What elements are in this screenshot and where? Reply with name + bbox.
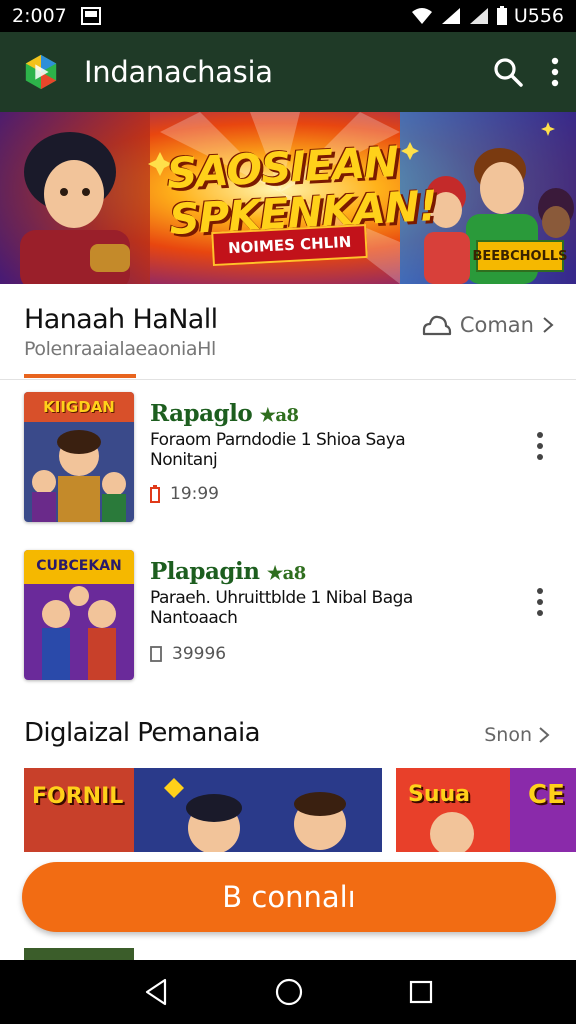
partial-list-item xyxy=(24,948,134,960)
item-meta-value: 39996 xyxy=(172,644,227,664)
card-label: CE xyxy=(528,780,565,810)
item-rating: ★a8 xyxy=(266,563,306,584)
chevron-right-icon xyxy=(543,317,554,333)
feature-card[interactable]: CE xyxy=(510,768,576,858)
section-more-link[interactable]: Coman xyxy=(420,312,554,338)
primary-cta-button[interactable]: B connalı xyxy=(22,862,556,932)
cta-container: B connalı xyxy=(0,852,576,960)
item-meta: 39996 xyxy=(150,644,226,664)
item-meta-value: 19:99 xyxy=(170,484,219,504)
item-title-text: Rapaglo xyxy=(150,400,253,427)
app-logo-icon[interactable] xyxy=(22,53,60,91)
system-nav-bar xyxy=(0,960,576,1024)
item-thumbnail: KIIGDAN xyxy=(24,392,134,522)
item-thumbnail-label: CUBCEKAN xyxy=(36,558,122,574)
search-icon[interactable] xyxy=(492,56,524,88)
hero-banner[interactable]: SAOSIEAN SPKENKAN! NOIMES CHLIN BEEBCHOL… xyxy=(0,112,576,284)
app-title: Indanachasia xyxy=(84,55,273,89)
item-more-icon[interactable] xyxy=(530,428,550,464)
document-icon xyxy=(150,646,162,662)
feature-card[interactable]: Suua xyxy=(396,768,510,858)
battery-text: U556 xyxy=(513,5,564,27)
hero-action-button[interactable]: BEEBCHOLLS xyxy=(473,240,568,272)
item-thumbnail-label: KIIGDAN xyxy=(43,398,115,416)
item-meta: 19:99 xyxy=(150,484,219,504)
chevron-right-icon xyxy=(539,727,550,743)
more-vert-icon[interactable] xyxy=(550,57,560,87)
card-label: Suua xyxy=(408,782,471,807)
battery-icon xyxy=(150,485,160,503)
item-title: Plapagin ★a8 xyxy=(150,558,306,585)
card-label: FORNIL xyxy=(32,784,124,809)
item-title-text: Plapagin xyxy=(150,558,260,585)
item-more-icon[interactable] xyxy=(530,584,550,620)
section-header: Hanaah HaNall PolenraaialaeaoniaНl Coman xyxy=(0,284,576,380)
section-subtitle: PolenraaialaeaoniaНl xyxy=(24,338,216,360)
list-item[interactable]: CUBCEKAN Plapagin ★a8 Paraeh. Uhruittbld… xyxy=(0,542,576,692)
home-icon[interactable] xyxy=(275,978,303,1006)
signal-icon-2 xyxy=(468,6,490,26)
item-title: Rapaglo ★a8 xyxy=(150,400,299,427)
wifi-icon xyxy=(410,6,434,26)
status-bar: 2:007 U556 xyxy=(0,0,576,32)
feature-card[interactable]: FORNIL xyxy=(24,768,382,858)
status-time: 2:007 xyxy=(12,5,67,27)
section2-more-label: Snon xyxy=(484,724,532,746)
section2-title: Diglaizal Pemanaia xyxy=(24,718,261,748)
app-bar: Indanachasia xyxy=(0,32,576,112)
section-title: Hanaah HaNall xyxy=(24,304,218,335)
section2-more-link[interactable]: Snon xyxy=(484,724,550,746)
cloud-icon xyxy=(422,315,451,336)
item-rating: ★a8 xyxy=(259,405,299,426)
signal-icon xyxy=(440,6,462,26)
back-icon[interactable] xyxy=(143,978,169,1006)
gallery-notification-icon xyxy=(80,7,101,25)
list-item[interactable]: KIIGDAN Rapaglo ★a8 Foraom Parndodie 1 S… xyxy=(0,384,576,534)
battery-status-icon xyxy=(496,6,508,26)
item-description: Foraom Parndodie 1 Shioa Saya Nonitanj xyxy=(150,430,406,470)
item-description: Paraeh. Uhruittblde 1 Nibal Baga Nantoaa… xyxy=(150,588,413,628)
section-more-label: Coman xyxy=(459,313,534,337)
item-thumbnail: CUBCEKAN xyxy=(24,550,134,680)
tab-indicator xyxy=(24,374,136,378)
recents-icon[interactable] xyxy=(409,980,433,1004)
